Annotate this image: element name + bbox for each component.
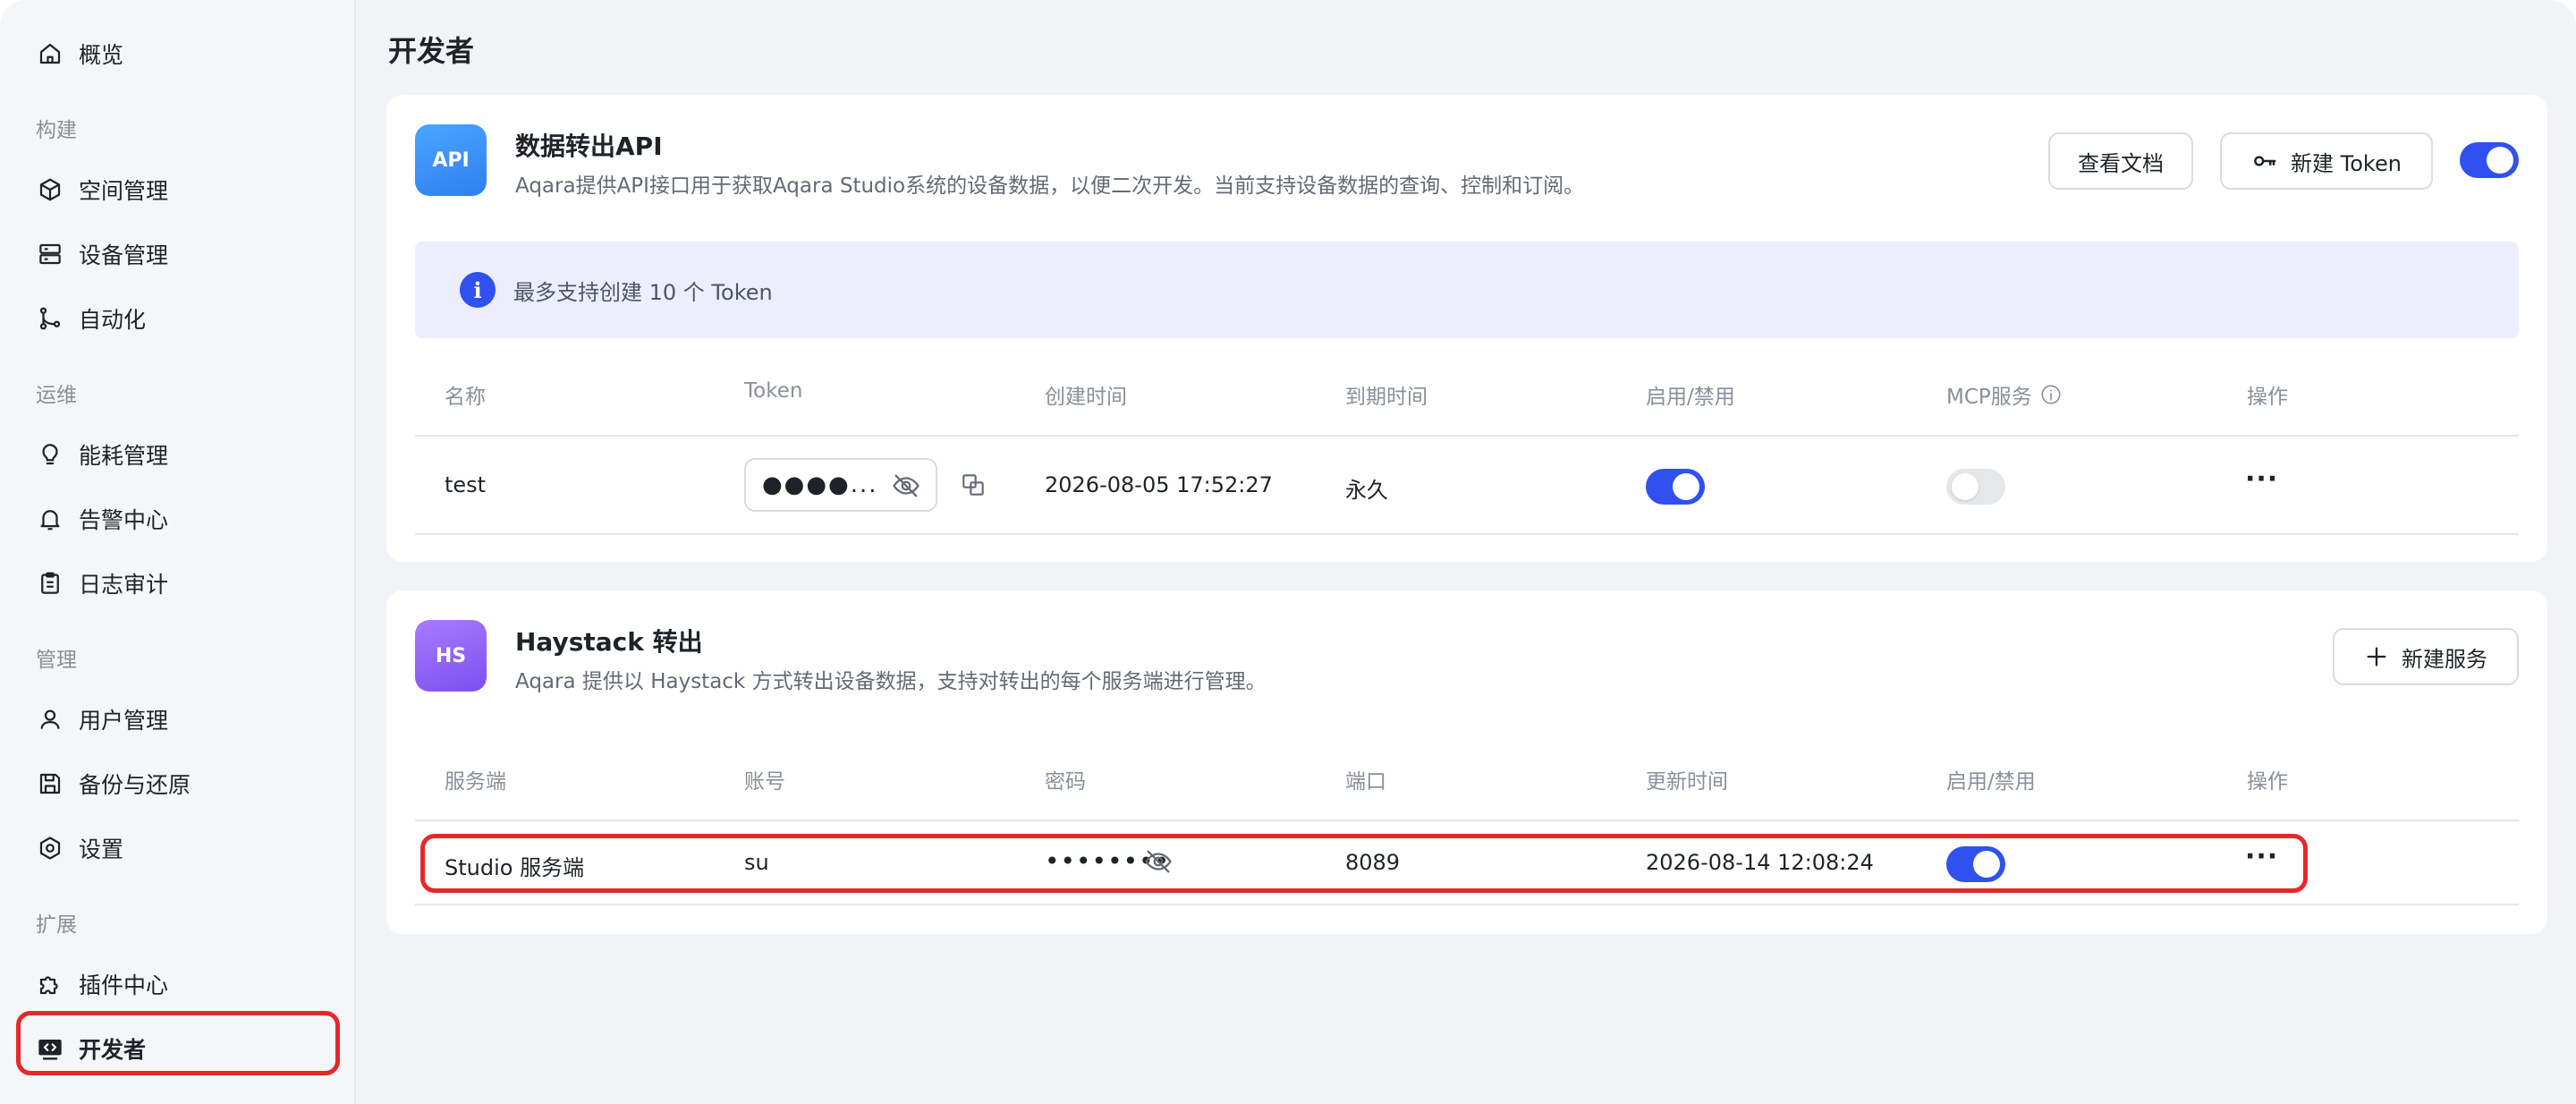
banner-text: 最多支持创建 10 个 Token — [513, 279, 773, 305]
column-header: 名称 — [445, 386, 486, 409]
column-header: 密码 — [1045, 770, 1086, 794]
new-token-label: 新建 Token — [2291, 150, 2402, 176]
column-header-label: MCP服务 — [1946, 386, 2032, 409]
page-title: 开发者 — [388, 34, 475, 68]
new-service-label: 新建服务 — [2402, 646, 2487, 672]
sidebar-item-label: 设备管理 — [79, 242, 169, 268]
info-outline-icon[interactable] — [2039, 383, 2063, 406]
new-token-button[interactable]: 新建 Token — [2220, 132, 2433, 190]
sidebar-item-space[interactable]: 空间管理 — [18, 163, 338, 217]
bulb-icon — [36, 440, 64, 469]
haystack-card-title: Haystack 转出 — [515, 627, 703, 657]
column-header-mcp: MCP服务 — [1946, 379, 2063, 410]
divider — [415, 533, 2519, 535]
sidebar-item-audit[interactable]: 日志审计 — [18, 556, 338, 610]
nav-group-build: 构建 — [36, 119, 77, 142]
token-enable-toggle[interactable] — [1646, 469, 1705, 505]
save-icon — [36, 769, 64, 798]
token-name: test — [445, 472, 487, 497]
server-icon — [36, 240, 64, 268]
sidebar-item-backup[interactable]: 备份与还原 — [18, 757, 338, 811]
sidebar-item-label: 备份与还原 — [79, 772, 191, 798]
sidebar-item-label: 概览 — [79, 42, 124, 68]
token-field: ●●●●... — [744, 458, 937, 512]
api-enable-toggle[interactable] — [2460, 142, 2519, 178]
puzzle-icon — [36, 970, 64, 998]
new-service-button[interactable]: 新建服务 — [2333, 628, 2519, 685]
column-header: 启用/禁用 — [1646, 386, 1735, 409]
sidebar-item-label: 用户管理 — [79, 708, 169, 734]
column-header: 到期时间 — [1345, 386, 1428, 409]
token-masked-value: ●●●●... — [762, 471, 878, 498]
sidebar-item-automation[interactable]: 自动化 — [18, 292, 338, 345]
divider — [415, 904, 2519, 905]
sidebar-item-users[interactable]: 用户管理 — [18, 692, 338, 746]
column-header: 操作 — [2247, 770, 2288, 794]
cube-icon — [36, 175, 64, 204]
clipboard-icon — [36, 569, 64, 598]
column-header: 操作 — [2247, 386, 2288, 409]
sidebar-item-label: 日志审计 — [79, 572, 169, 598]
column-header: 创建时间 — [1045, 386, 1127, 409]
view-docs-label: 查看文档 — [2078, 150, 2164, 176]
highlight-server-row — [420, 834, 2308, 893]
column-header: Token — [744, 379, 803, 403]
api-card-title: 数据转出API — [515, 132, 663, 161]
bell-icon — [36, 505, 64, 533]
sidebar-item-overview[interactable]: 概览 — [18, 27, 338, 81]
haystack-card-desc: Aqara 提供以 Haystack 方式转出设备数据，支持对转出的每个服务端进… — [515, 670, 1267, 693]
column-header: 启用/禁用 — [1946, 770, 2036, 794]
eye-off-icon[interactable] — [891, 471, 921, 501]
sidebar-item-alarm[interactable]: 告警中心 — [18, 492, 338, 546]
app-window: 概览 构建 空间管理 设备管理 自动化 运维 能耗管理 告警中心 日志审计 管理… — [0, 0, 2576, 1104]
sidebar-item-label: 空间管理 — [79, 178, 169, 204]
sidebar: 概览 构建 空间管理 设备管理 自动化 运维 能耗管理 告警中心 日志审计 管理… — [0, 0, 356, 1104]
key-icon — [2254, 156, 2276, 166]
gear-icon — [36, 834, 64, 862]
user-icon — [36, 705, 64, 734]
nav-group-ops: 运维 — [36, 384, 77, 407]
divider — [415, 435, 2519, 437]
column-header: 服务端 — [445, 770, 506, 794]
api-icon: API — [415, 124, 487, 196]
divider — [415, 820, 2519, 821]
sidebar-item-label: 设置 — [79, 836, 124, 862]
plus-icon — [2367, 647, 2386, 667]
sidebar-item-label: 告警中心 — [79, 507, 169, 533]
token-mcp-toggle[interactable] — [1946, 469, 2005, 505]
copy-icon[interactable] — [959, 471, 987, 499]
column-header: 更新时间 — [1646, 770, 1728, 794]
token-expiry: 永久 — [1345, 478, 1388, 503]
highlight-developer — [16, 1011, 340, 1075]
nav-group-extend: 扩展 — [36, 913, 77, 937]
sidebar-item-settings[interactable]: 设置 — [18, 821, 338, 875]
sidebar-item-device[interactable]: 设备管理 — [18, 227, 338, 281]
haystack-icon: HS — [415, 620, 487, 692]
api-card-desc: Aqara提供API接口用于获取Aqara Studio系统的设备数据，以便二次… — [515, 174, 1585, 198]
sidebar-item-energy[interactable]: 能耗管理 — [18, 428, 338, 481]
token-limit-banner: i 最多支持创建 10 个 Token — [415, 242, 2519, 338]
view-docs-button[interactable]: 查看文档 — [2048, 132, 2193, 190]
column-header: 账号 — [744, 770, 785, 794]
token-created-time: 2026-08-05 17:52:27 — [1045, 472, 1273, 497]
info-icon: i — [460, 272, 496, 308]
nav-group-manage: 管理 — [36, 649, 77, 672]
sidebar-item-label: 自动化 — [79, 307, 147, 333]
sidebar-item-label: 能耗管理 — [79, 443, 169, 469]
column-header: 端口 — [1345, 770, 1386, 794]
flow-icon — [36, 304, 64, 333]
more-actions-icon[interactable]: ··· — [2245, 463, 2278, 495]
sidebar-item-plugins[interactable]: 插件中心 — [18, 957, 338, 1011]
sidebar-item-label: 插件中心 — [79, 972, 169, 998]
home-icon — [36, 39, 64, 68]
